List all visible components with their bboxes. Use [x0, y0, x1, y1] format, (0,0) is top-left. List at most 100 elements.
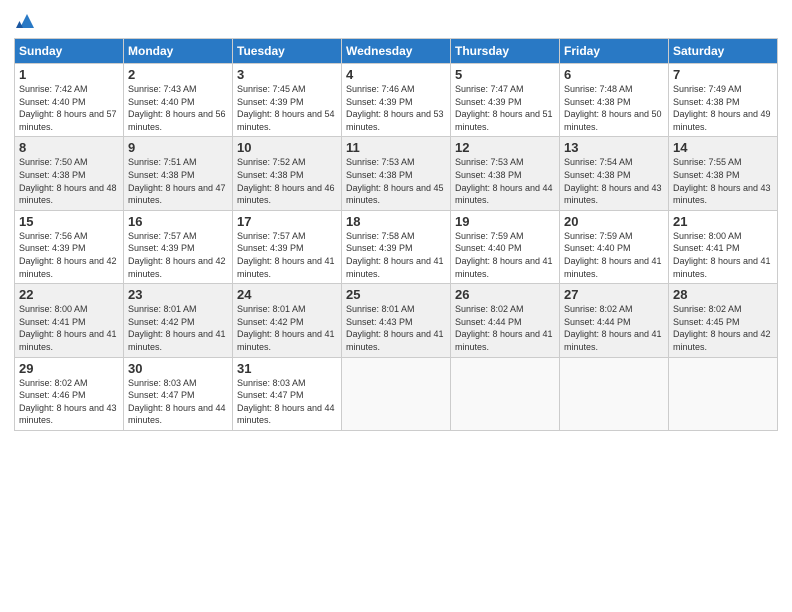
calendar-week-row: 8Sunrise: 7:50 AMSunset: 4:38 PMDaylight…: [15, 137, 778, 210]
day-info: Sunrise: 7:48 AMSunset: 4:38 PMDaylight:…: [564, 83, 664, 133]
weekday-header: Saturday: [669, 39, 778, 64]
calendar-day-cell: 21Sunrise: 8:00 AMSunset: 4:41 PMDayligh…: [669, 210, 778, 283]
day-number: 19: [455, 214, 555, 229]
calendar-day-cell: 31Sunrise: 8:03 AMSunset: 4:47 PMDayligh…: [233, 357, 342, 430]
calendar-day-cell: 27Sunrise: 8:02 AMSunset: 4:44 PMDayligh…: [560, 284, 669, 357]
day-number: 31: [237, 361, 337, 376]
calendar-day-cell: 12Sunrise: 7:53 AMSunset: 4:38 PMDayligh…: [451, 137, 560, 210]
day-info: Sunrise: 7:53 AMSunset: 4:38 PMDaylight:…: [455, 156, 555, 206]
day-info: Sunrise: 7:46 AMSunset: 4:39 PMDaylight:…: [346, 83, 446, 133]
calendar-week-row: 22Sunrise: 8:00 AMSunset: 4:41 PMDayligh…: [15, 284, 778, 357]
calendar-day-cell: 18Sunrise: 7:58 AMSunset: 4:39 PMDayligh…: [342, 210, 451, 283]
calendar-day-cell: 5Sunrise: 7:47 AMSunset: 4:39 PMDaylight…: [451, 64, 560, 137]
day-info: Sunrise: 7:42 AMSunset: 4:40 PMDaylight:…: [19, 83, 119, 133]
day-number: 1: [19, 67, 119, 82]
logo: [14, 10, 38, 32]
day-info: Sunrise: 7:54 AMSunset: 4:38 PMDaylight:…: [564, 156, 664, 206]
day-info: Sunrise: 8:00 AMSunset: 4:41 PMDaylight:…: [19, 303, 119, 353]
weekday-header: Friday: [560, 39, 669, 64]
day-info: Sunrise: 8:03 AMSunset: 4:47 PMDaylight:…: [237, 377, 337, 427]
day-info: Sunrise: 8:03 AMSunset: 4:47 PMDaylight:…: [128, 377, 228, 427]
calendar-day-cell: 20Sunrise: 7:59 AMSunset: 4:40 PMDayligh…: [560, 210, 669, 283]
day-number: 7: [673, 67, 773, 82]
calendar-day-cell: 10Sunrise: 7:52 AMSunset: 4:38 PMDayligh…: [233, 137, 342, 210]
day-number: 28: [673, 287, 773, 302]
calendar-container: SundayMondayTuesdayWednesdayThursdayFrid…: [0, 0, 792, 612]
calendar-day-cell: [451, 357, 560, 430]
day-info: Sunrise: 8:02 AMSunset: 4:44 PMDaylight:…: [564, 303, 664, 353]
day-number: 12: [455, 140, 555, 155]
day-info: Sunrise: 8:01 AMSunset: 4:42 PMDaylight:…: [128, 303, 228, 353]
day-number: 20: [564, 214, 664, 229]
day-number: 10: [237, 140, 337, 155]
calendar-day-cell: 3Sunrise: 7:45 AMSunset: 4:39 PMDaylight…: [233, 64, 342, 137]
calendar-day-cell: 9Sunrise: 7:51 AMSunset: 4:38 PMDaylight…: [124, 137, 233, 210]
day-info: Sunrise: 7:53 AMSunset: 4:38 PMDaylight:…: [346, 156, 446, 206]
day-number: 23: [128, 287, 228, 302]
weekday-header: Thursday: [451, 39, 560, 64]
logo-text: [14, 10, 38, 32]
calendar-week-row: 15Sunrise: 7:56 AMSunset: 4:39 PMDayligh…: [15, 210, 778, 283]
day-number: 15: [19, 214, 119, 229]
day-info: Sunrise: 7:57 AMSunset: 4:39 PMDaylight:…: [128, 230, 228, 280]
calendar-day-cell: 17Sunrise: 7:57 AMSunset: 4:39 PMDayligh…: [233, 210, 342, 283]
calendar-day-cell: 30Sunrise: 8:03 AMSunset: 4:47 PMDayligh…: [124, 357, 233, 430]
calendar-day-cell: 29Sunrise: 8:02 AMSunset: 4:46 PMDayligh…: [15, 357, 124, 430]
day-number: 24: [237, 287, 337, 302]
day-number: 29: [19, 361, 119, 376]
day-number: 4: [346, 67, 446, 82]
calendar-week-row: 29Sunrise: 8:02 AMSunset: 4:46 PMDayligh…: [15, 357, 778, 430]
calendar-day-cell: 26Sunrise: 8:02 AMSunset: 4:44 PMDayligh…: [451, 284, 560, 357]
calendar-day-cell: 2Sunrise: 7:43 AMSunset: 4:40 PMDaylight…: [124, 64, 233, 137]
day-info: Sunrise: 8:02 AMSunset: 4:44 PMDaylight:…: [455, 303, 555, 353]
calendar-day-cell: 4Sunrise: 7:46 AMSunset: 4:39 PMDaylight…: [342, 64, 451, 137]
day-number: 3: [237, 67, 337, 82]
calendar-day-cell: 1Sunrise: 7:42 AMSunset: 4:40 PMDaylight…: [15, 64, 124, 137]
day-number: 27: [564, 287, 664, 302]
day-info: Sunrise: 7:55 AMSunset: 4:38 PMDaylight:…: [673, 156, 773, 206]
day-info: Sunrise: 8:02 AMSunset: 4:46 PMDaylight:…: [19, 377, 119, 427]
calendar-day-cell: [560, 357, 669, 430]
weekday-header: Tuesday: [233, 39, 342, 64]
calendar-day-cell: [669, 357, 778, 430]
calendar-day-cell: 11Sunrise: 7:53 AMSunset: 4:38 PMDayligh…: [342, 137, 451, 210]
calendar-day-cell: 15Sunrise: 7:56 AMSunset: 4:39 PMDayligh…: [15, 210, 124, 283]
calendar-day-cell: 19Sunrise: 7:59 AMSunset: 4:40 PMDayligh…: [451, 210, 560, 283]
day-number: 2: [128, 67, 228, 82]
day-info: Sunrise: 7:57 AMSunset: 4:39 PMDaylight:…: [237, 230, 337, 280]
header: [14, 10, 778, 32]
day-number: 25: [346, 287, 446, 302]
day-info: Sunrise: 7:45 AMSunset: 4:39 PMDaylight:…: [237, 83, 337, 133]
day-number: 5: [455, 67, 555, 82]
day-number: 6: [564, 67, 664, 82]
day-number: 9: [128, 140, 228, 155]
calendar-day-cell: 16Sunrise: 7:57 AMSunset: 4:39 PMDayligh…: [124, 210, 233, 283]
calendar-day-cell: 25Sunrise: 8:01 AMSunset: 4:43 PMDayligh…: [342, 284, 451, 357]
day-info: Sunrise: 7:43 AMSunset: 4:40 PMDaylight:…: [128, 83, 228, 133]
day-number: 22: [19, 287, 119, 302]
weekday-header: Wednesday: [342, 39, 451, 64]
day-number: 13: [564, 140, 664, 155]
day-info: Sunrise: 7:59 AMSunset: 4:40 PMDaylight:…: [455, 230, 555, 280]
calendar-day-cell: [342, 357, 451, 430]
calendar-day-cell: 7Sunrise: 7:49 AMSunset: 4:38 PMDaylight…: [669, 64, 778, 137]
day-number: 26: [455, 287, 555, 302]
day-info: Sunrise: 7:51 AMSunset: 4:38 PMDaylight:…: [128, 156, 228, 206]
calendar-header-row: SundayMondayTuesdayWednesdayThursdayFrid…: [15, 39, 778, 64]
day-info: Sunrise: 7:52 AMSunset: 4:38 PMDaylight:…: [237, 156, 337, 206]
day-number: 18: [346, 214, 446, 229]
day-number: 14: [673, 140, 773, 155]
day-number: 11: [346, 140, 446, 155]
calendar-day-cell: 28Sunrise: 8:02 AMSunset: 4:45 PMDayligh…: [669, 284, 778, 357]
day-info: Sunrise: 7:49 AMSunset: 4:38 PMDaylight:…: [673, 83, 773, 133]
day-info: Sunrise: 7:59 AMSunset: 4:40 PMDaylight:…: [564, 230, 664, 280]
day-info: Sunrise: 7:56 AMSunset: 4:39 PMDaylight:…: [19, 230, 119, 280]
calendar-day-cell: 6Sunrise: 7:48 AMSunset: 4:38 PMDaylight…: [560, 64, 669, 137]
day-number: 21: [673, 214, 773, 229]
weekday-header: Monday: [124, 39, 233, 64]
calendar-week-row: 1Sunrise: 7:42 AMSunset: 4:40 PMDaylight…: [15, 64, 778, 137]
calendar-day-cell: 14Sunrise: 7:55 AMSunset: 4:38 PMDayligh…: [669, 137, 778, 210]
day-info: Sunrise: 7:58 AMSunset: 4:39 PMDaylight:…: [346, 230, 446, 280]
day-info: Sunrise: 7:47 AMSunset: 4:39 PMDaylight:…: [455, 83, 555, 133]
logo-icon: [16, 10, 38, 32]
